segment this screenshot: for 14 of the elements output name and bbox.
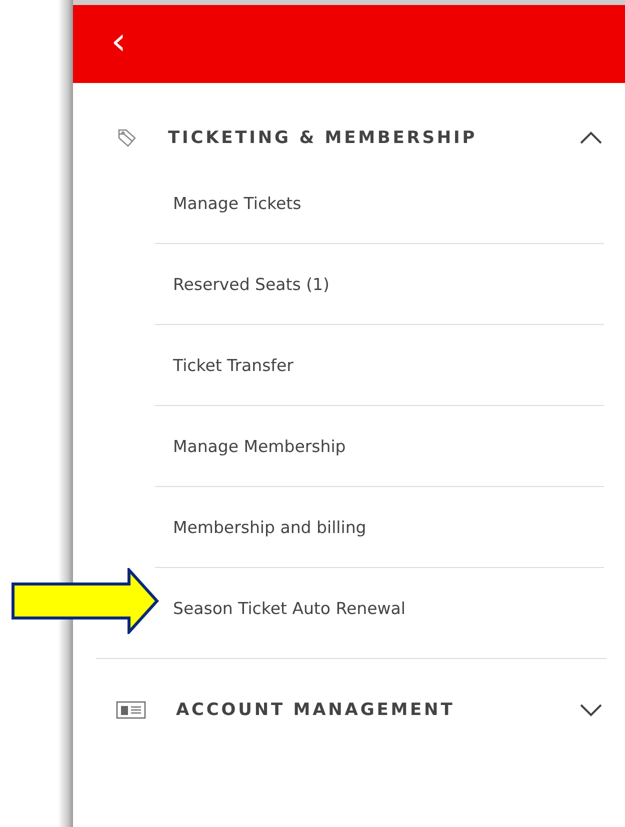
arrow-icon bbox=[11, 568, 159, 634]
menu-item[interactable]: Manage Tickets bbox=[173, 194, 302, 212]
section-header[interactable]: TICKETING & MEMBERSHIP bbox=[96, 113, 607, 163]
chevron-down-icon bbox=[579, 703, 603, 717]
chevron-up-icon bbox=[579, 131, 603, 145]
menu-item[interactable]: Reserved Seats (1) bbox=[173, 274, 330, 294]
back-button[interactable]: ‹ bbox=[107, 22, 130, 66]
tag-icon bbox=[116, 128, 138, 148]
id-card-icon bbox=[116, 701, 146, 719]
menu-item[interactable]: Membership and billing bbox=[173, 518, 366, 536]
menu-item[interactable]: Season Ticket Auto Renewal bbox=[173, 598, 406, 618]
menu-item[interactable]: Manage Membership bbox=[173, 436, 346, 456]
menu-item[interactable]: Ticket Transfer bbox=[173, 356, 294, 374]
section-header[interactable]: ACCOUNT MANAGEMENT bbox=[96, 685, 607, 735]
